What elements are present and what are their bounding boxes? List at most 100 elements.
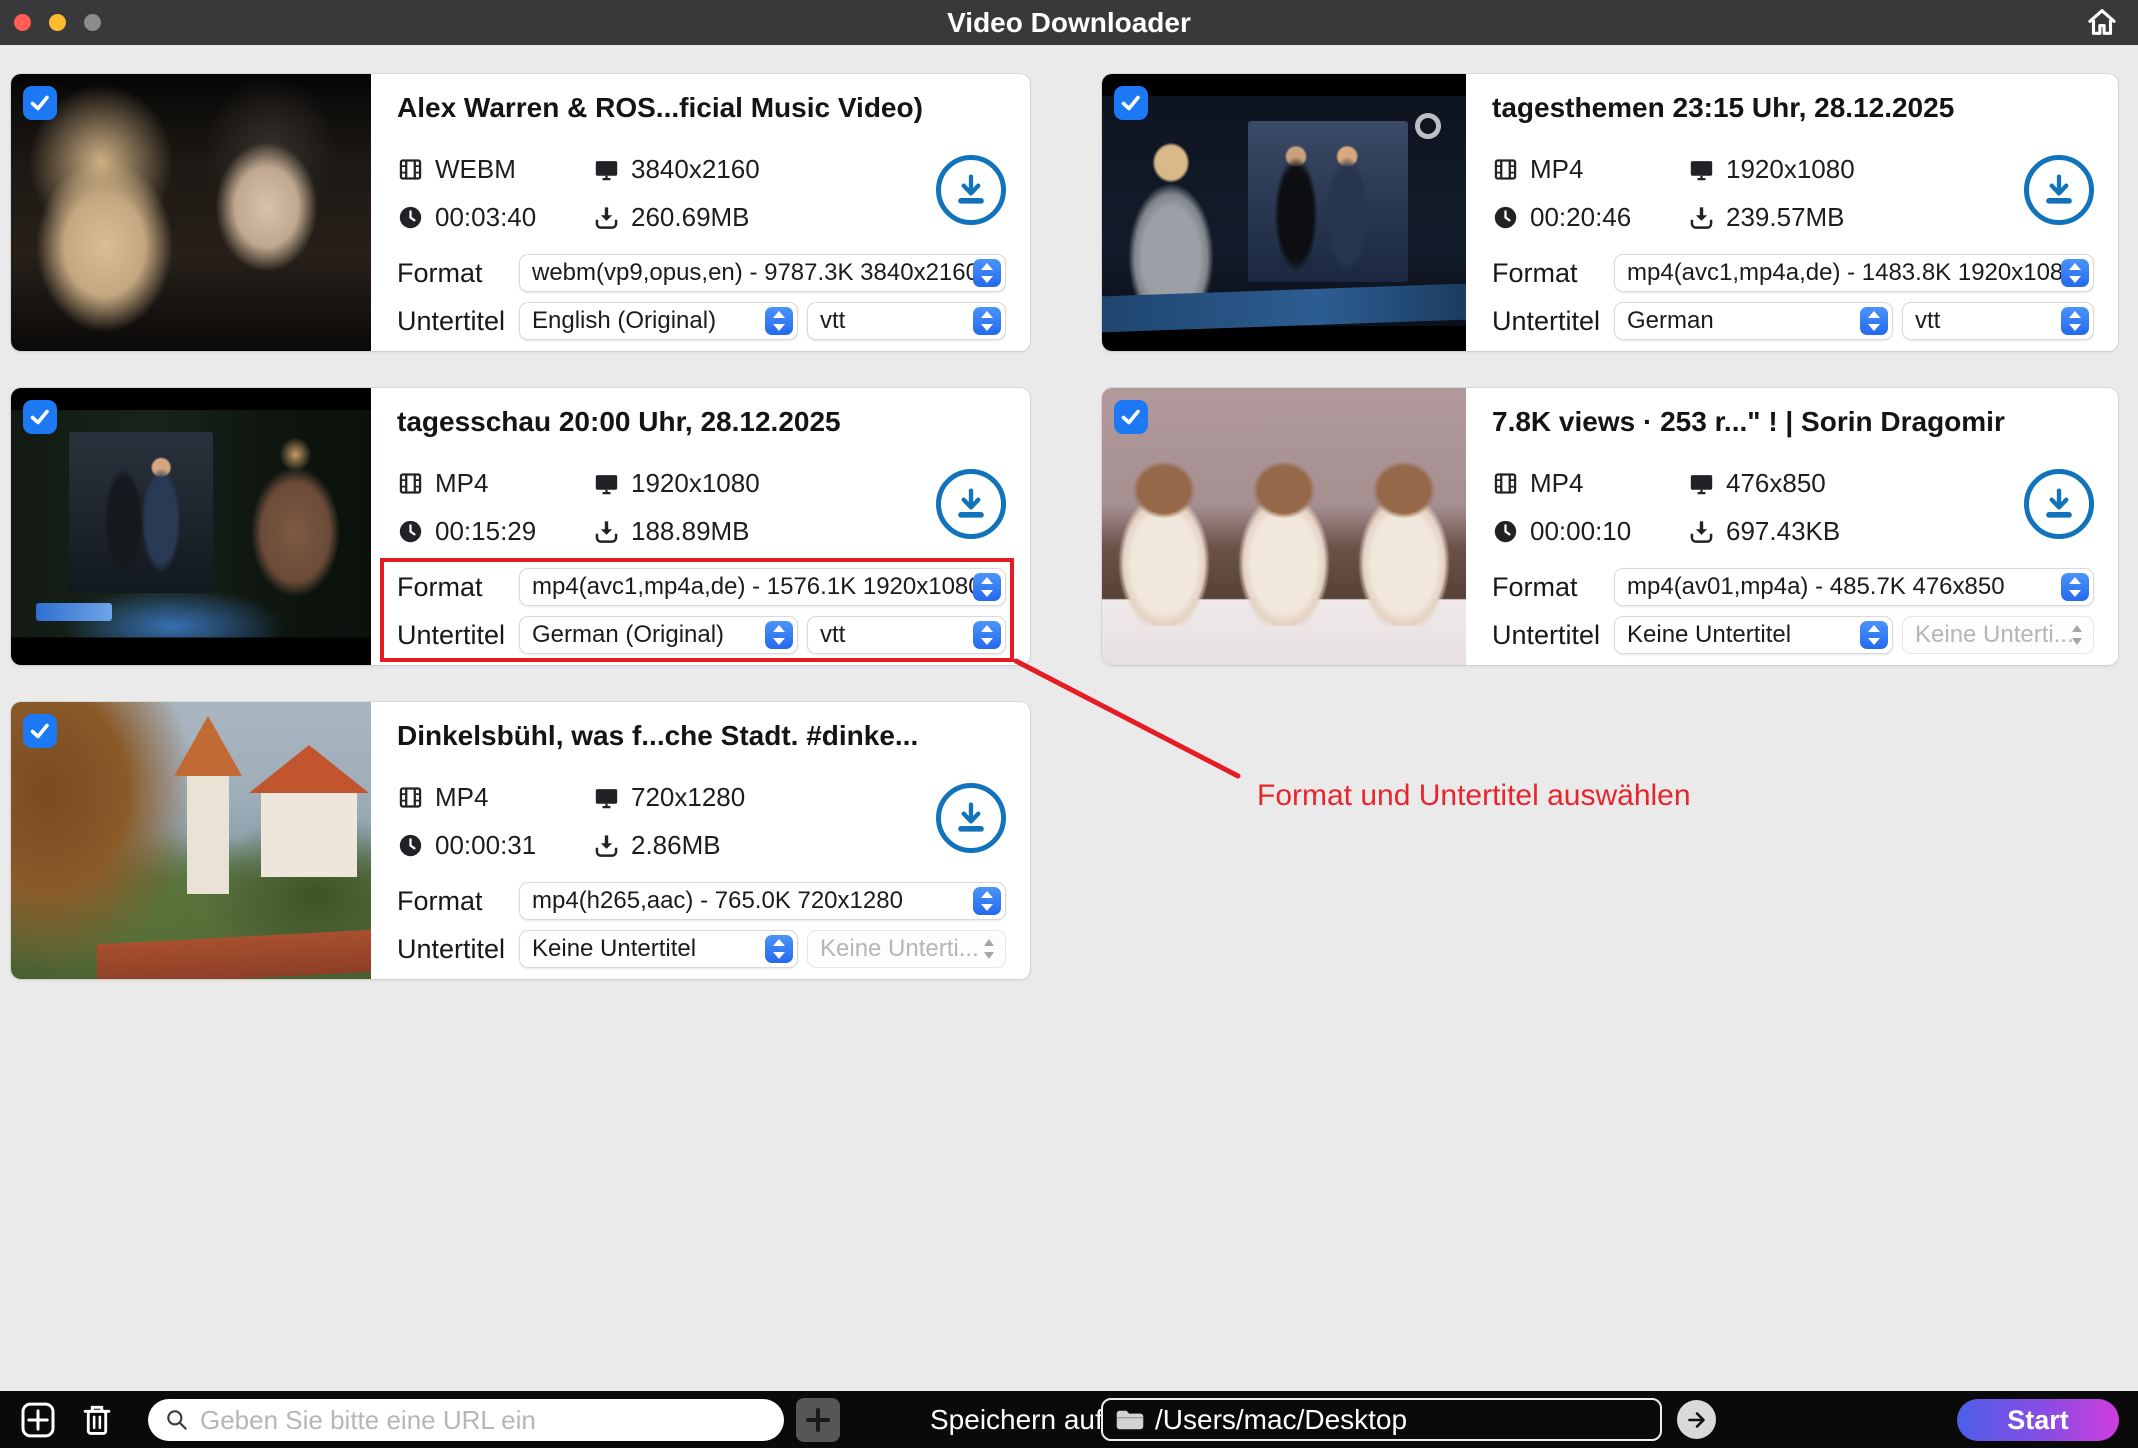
video-thumbnail[interactable] [11,702,371,979]
save-path-field[interactable] [1101,1398,1662,1441]
download-button[interactable] [2024,155,2094,225]
puppy-shape [1353,460,1455,626]
stepper-icon[interactable] [973,307,1001,335]
clock-icon [1492,204,1519,231]
check-icon [1119,405,1143,429]
check-icon [28,719,52,743]
browse-folder-button[interactable] [1677,1400,1716,1439]
stepper-icon[interactable] [973,621,1001,649]
stepper-icon[interactable] [2061,307,2089,335]
download-button[interactable] [936,155,1006,225]
studio-screen [69,432,213,593]
video-title: 7.8K views · 253 r..." ! | Sorin Dragomi… [1492,406,2100,438]
subtitle-label: Untertitel [397,306,510,337]
select-checkbox[interactable] [23,86,57,120]
resolution: 1920x1080 [1726,154,1855,185]
subtitle-language-select[interactable]: Keine Untertitel [1614,616,1893,654]
download-button[interactable] [2024,469,2094,539]
subtitle-format-value: Keine Unterti... [820,935,979,962]
stepper-icon[interactable] [973,887,1001,915]
duration: 00:03:40 [435,202,536,233]
format-select[interactable]: mp4(av01,mp4a) - 485.7K 476x850 [1614,568,2094,606]
stepper-icon[interactable] [1860,621,1888,649]
stepper-icon[interactable] [973,259,1001,287]
select-checkbox[interactable] [1114,86,1148,120]
url-input[interactable] [200,1405,768,1436]
subtitle-format-select[interactable]: vtt [807,616,1006,654]
select-checkbox[interactable] [23,714,57,748]
stepper-icon[interactable] [973,573,1001,601]
film-icon [397,470,424,497]
video-info: MP4 476x850 00:00:10 697.43KB [1492,468,1840,547]
container-format: WEBM [435,154,516,185]
tagesschau-logo [36,603,112,621]
add-url-button[interactable] [796,1398,840,1442]
url-input-field[interactable] [148,1399,784,1441]
format-select[interactable]: mp4(avc1,mp4a,de) - 1576.1K 1920x1080 [519,568,1006,606]
rooftops-shape [97,930,371,979]
monitor-icon [593,156,620,183]
subtitle-label: Untertitel [1492,620,1605,651]
video-card: tagesschau 20:00 Uhr, 28.12.2025 MP4 192… [11,388,1030,665]
delete-button[interactable] [78,1400,116,1440]
video-title: Alex Warren & ROS...ficial Music Video) [397,92,1012,124]
home-button[interactable] [2082,5,2122,41]
container-format: MP4 [435,468,488,499]
format-select-value: webm(vp9,opus,en) - 9787.3K 3840x2160 [532,259,979,286]
save-path-input[interactable] [1155,1404,1648,1436]
video-thumbnail[interactable] [1102,74,1466,351]
subtitle-format-select[interactable]: vtt [807,302,1006,340]
format-select-value: mp4(avc1,mp4a,de) - 1483.8K 1920x1080 [1627,259,2077,286]
duration: 00:15:29 [435,516,536,547]
subtitle-format-value: Keine Unterti... [1915,621,2074,648]
monitor-icon [1688,470,1715,497]
subtitle-language-select[interactable]: German (Original) [519,616,798,654]
download-button[interactable] [936,469,1006,539]
stepper-icon[interactable] [765,935,793,963]
stepper-icon[interactable] [2061,259,2089,287]
video-info: MP4 1920x1080 00:20:46 239.57MB [1492,154,1855,233]
save-to-label: Speichern auf [930,1391,1103,1448]
select-checkbox[interactable] [23,400,57,434]
studio-screen [1248,121,1408,282]
stepper-icon[interactable] [2061,573,2089,601]
select-checkbox[interactable] [1114,400,1148,434]
stepper-icon[interactable] [1860,307,1888,335]
annotation-text: Format und Untertitel auswählen [1257,779,1691,813]
film-icon [1492,470,1519,497]
subtitle-format-value: vtt [1915,307,1940,334]
stepper-icon[interactable] [765,621,793,649]
filesize: 2.86MB [631,830,721,861]
stepper-icon[interactable] [765,307,793,335]
window-title: Video Downloader [0,0,2138,45]
video-card: tagesthemen 23:15 Uhr, 28.12.2025 MP4 19… [1102,74,2118,351]
container-format: MP4 [435,782,488,813]
video-thumbnail[interactable] [11,74,371,351]
trash-icon [78,1400,116,1440]
subtitle-language-value: German (Original) [532,621,724,648]
format-select-value: mp4(h265,aac) - 765.0K 720x1280 [532,887,903,914]
filesize: 239.57MB [1726,202,1845,233]
video-thumbnail[interactable] [11,388,371,665]
add-task-button[interactable] [18,1400,58,1440]
subtitle-label: Untertitel [397,934,510,965]
plus-icon [803,1405,833,1435]
download-button[interactable] [936,783,1006,853]
format-select[interactable]: mp4(avc1,mp4a,de) - 1483.8K 1920x1080 [1614,254,2094,292]
tower-shape [187,774,229,894]
subtitle-format-select[interactable]: vtt [1902,302,2094,340]
subtitle-language-select[interactable]: English (Original) [519,302,798,340]
subtitle-label: Untertitel [1492,306,1605,337]
video-title: tagesthemen 23:15 Uhr, 28.12.2025 [1492,92,2100,124]
filesize: 260.69MB [631,202,750,233]
bottom-toolbar: Speichern auf Start [0,1391,2138,1448]
start-button[interactable]: Start [1957,1399,2119,1441]
download-icon [2039,484,2079,524]
format-select[interactable]: mp4(h265,aac) - 765.0K 720x1280 [519,882,1006,920]
format-label: Format [1492,572,1605,603]
video-thumbnail[interactable] [1102,388,1466,665]
format-label: Format [1492,258,1605,289]
subtitle-language-select[interactable]: Keine Untertitel [519,930,798,968]
format-select[interactable]: webm(vp9,opus,en) - 9787.3K 3840x2160 [519,254,1006,292]
subtitle-language-select[interactable]: German [1614,302,1893,340]
